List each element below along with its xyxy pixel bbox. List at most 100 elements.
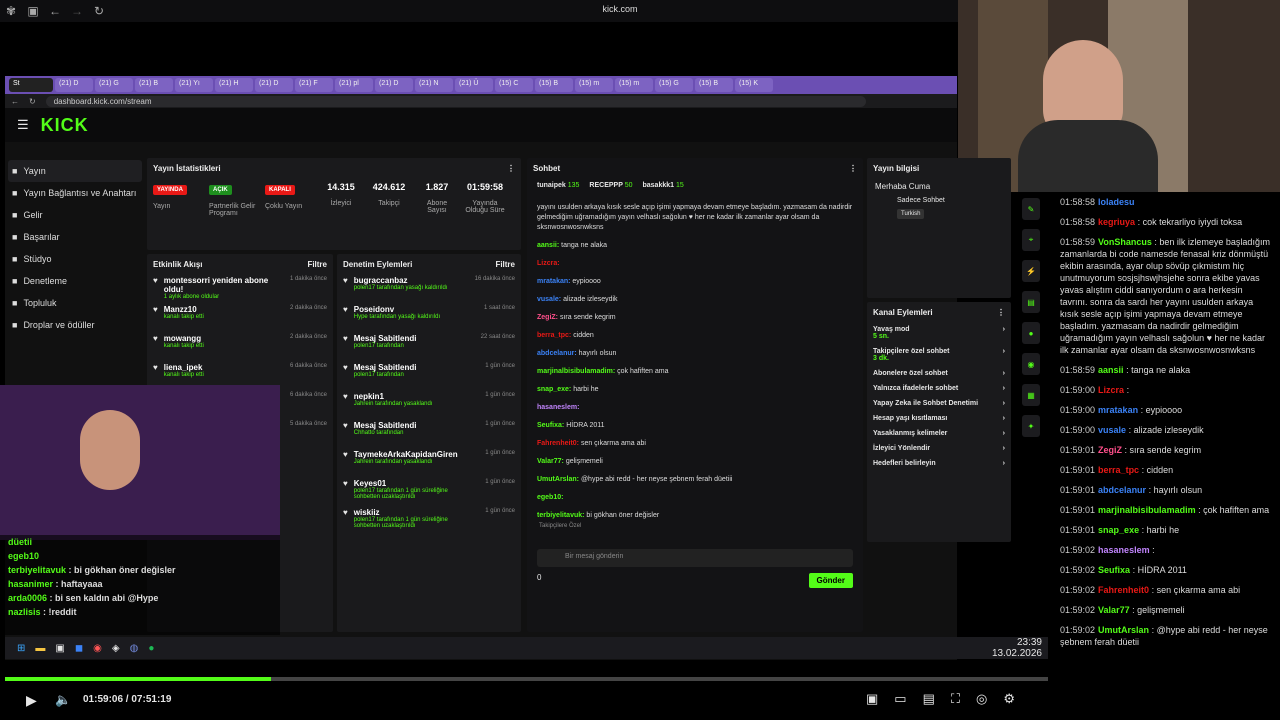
outlook-icon[interactable]: ◼	[75, 643, 83, 654]
browser-tab[interactable]: (21) D	[55, 78, 93, 92]
list-item[interactable]: ♥ Mesaj Sabitlendi Chhatto tarafından 1 gün…	[337, 419, 521, 448]
back-icon[interactable]: ←	[11, 97, 19, 106]
chat-username[interactable]: Lizcra	[1098, 385, 1124, 395]
fullscreen-icon[interactable]: ⛶	[951, 691, 960, 707]
steam-icon[interactable]: ◈	[112, 643, 120, 654]
sidebar-item[interactable]: ■ Yayın	[8, 160, 142, 182]
sidebar-item[interactable]: ■ Topluluk	[8, 292, 142, 314]
chat-username[interactable]: terbiyelitavuk:	[537, 512, 586, 519]
chat-username[interactable]: mratakan:	[537, 278, 572, 285]
chat-icon[interactable]: ●	[1022, 322, 1040, 344]
channel-action-item[interactable]: Takipçilere özel sohbet 3 dk. ›	[867, 344, 1011, 366]
chat-username[interactable]: berra_tpc:	[537, 332, 573, 339]
chat-username[interactable]: hasaneslem	[1098, 545, 1150, 555]
more-icon[interactable]: ⋮	[507, 164, 515, 173]
menu-icon[interactable]: ☰	[17, 117, 29, 133]
play-icon[interactable]: ▶	[26, 692, 37, 709]
list-item[interactable]: ♥ Mesaj Sabitlendi polen17 tarafından 22 sa…	[337, 332, 521, 361]
sidebar-item[interactable]: ■ Droplar ve ödüller	[8, 314, 142, 336]
browser-tab[interactable]: (15) C	[495, 78, 533, 92]
chat-username[interactable]: Lizcra:	[537, 260, 560, 267]
chat-username[interactable]: egeb10:	[537, 494, 563, 501]
filter-button[interactable]: Filtre	[307, 260, 327, 269]
list-item[interactable]: ♥ mowangg kanalı takip etti 2 dakika önce	[147, 332, 333, 361]
chevron-right-icon[interactable]: ›	[1003, 370, 1005, 377]
chat-username[interactable]: vusale	[1098, 425, 1126, 435]
chrome-icon[interactable]: ◉	[93, 643, 102, 654]
list-item[interactable]: ♥ wiskiiz polen17 tarafından 1 gün süreliğ…	[337, 506, 521, 535]
chevron-right-icon[interactable]: ›	[1003, 385, 1005, 392]
chat-username[interactable]: Fahrenheit0:	[537, 440, 581, 447]
chat-username[interactable]: UmutArslan:	[537, 476, 581, 483]
chat-username[interactable]: berra_tpc	[1098, 465, 1139, 475]
sidebar-item[interactable]: ■ Başarılar	[8, 226, 142, 248]
browser-tab[interactable]: (21) B	[135, 78, 173, 92]
theater-icon[interactable]: ▭	[894, 691, 906, 707]
list-item[interactable]: ♥ bugraccanbaz polen17 tarafından yasağı k…	[337, 274, 521, 303]
volume-icon[interactable]: 🔈	[55, 692, 71, 708]
browser-tab[interactable]: (21) D	[375, 78, 413, 92]
chevron-right-icon[interactable]: ›	[1003, 400, 1005, 407]
chat-username[interactable]: vusale:	[537, 296, 563, 303]
spotify-icon[interactable]: ●	[148, 643, 154, 654]
explorer-icon[interactable]: ▬	[35, 643, 45, 654]
list-item[interactable]: ♥ Manzz10 kanalı takip etti 2 dakika önce	[147, 303, 333, 332]
sidebar-icon[interactable]: ▣	[22, 4, 44, 18]
list-item[interactable]: ♥ TaymekeArkaKapidanGiren Jahrein tarafınd…	[337, 448, 521, 477]
chevron-right-icon[interactable]: ›	[1003, 326, 1005, 340]
chat-username[interactable]: aansii:	[537, 242, 561, 249]
browser-tab[interactable]: (15) B	[695, 78, 733, 92]
channel-action-item[interactable]: İzleyici Yönlendir ›	[867, 441, 1011, 456]
browser-tab[interactable]: (21) H	[215, 78, 253, 92]
wrench-icon[interactable]: ✦	[1022, 415, 1040, 437]
chat-username[interactable]: kegriuya	[1098, 217, 1135, 227]
chat-username[interactable]: loladesu	[1098, 197, 1135, 207]
browser-tab[interactable]: (21) Ü	[455, 78, 493, 92]
browser-tab[interactable]: (21) pl	[335, 78, 373, 92]
chat-username[interactable]: UmutArslan	[1098, 625, 1149, 635]
chat-username[interactable]: marjinalbisibulamadim:	[537, 368, 617, 375]
list-item[interactable]: ♥ Mesaj Sabitlendi polen17 tarafından 1 gün…	[337, 361, 521, 390]
list-item[interactable]: ♥ Poseidonv Hype tarafından yasağı kaldırı…	[337, 303, 521, 332]
browser-tab[interactable]: (21) G	[95, 78, 133, 92]
chat-username[interactable]: snap_exe:	[537, 386, 573, 393]
browser-tab[interactable]: (15) m	[615, 78, 653, 92]
chat-username[interactable]: Seufixa:	[537, 422, 566, 429]
chevron-right-icon[interactable]: ›	[1003, 415, 1005, 422]
discord-icon[interactable]: ◍	[130, 643, 139, 654]
browser-tab[interactable]: (21) D	[255, 78, 293, 92]
browser-tab[interactable]: (21) N	[415, 78, 453, 92]
chat-username[interactable]: VonShancus	[1098, 237, 1152, 247]
browser-tab[interactable]: (21) Yı	[175, 78, 213, 92]
sidebar-item[interactable]: ■ Stüdyo	[8, 248, 142, 270]
chat-input[interactable]: Bir mesaj gönderin	[537, 549, 853, 567]
channel-action-item[interactable]: Hesap yaşı kısıtlaması ›	[867, 411, 1011, 426]
windows-start-icon[interactable]: ⊞	[17, 643, 25, 654]
browser-tab[interactable]: (15) m	[575, 78, 613, 92]
chevron-right-icon[interactable]: ›	[1003, 445, 1005, 452]
edit-icon[interactable]: ✎	[1022, 198, 1040, 220]
channel-action-item[interactable]: Yavaş mod 5 sn. ›	[867, 322, 1011, 344]
channel-action-item[interactable]: Yasaklanmış kelimeler ›	[867, 426, 1011, 441]
browser-tab[interactable]: (15) K	[735, 78, 773, 92]
list-item[interactable]: ♥ nepkin1 Jahrein tarafından yasaklandı 1 g…	[337, 390, 521, 419]
back-icon[interactable]: ←	[44, 4, 66, 18]
browser-tab[interactable]: St	[9, 78, 53, 92]
chevron-right-icon[interactable]: ›	[1003, 348, 1005, 362]
reload-icon[interactable]: ↻	[88, 4, 110, 18]
speed-icon[interactable]: ◎	[976, 691, 987, 707]
channel-action-item[interactable]: Abonelere özel sohbet ›	[867, 366, 1011, 381]
more-icon[interactable]: ⋮	[849, 164, 857, 173]
channel-action-item[interactable]: Yalnızca ifadelerle sohbet ›	[867, 381, 1011, 396]
doc-icon[interactable]: ▤	[1022, 291, 1040, 313]
store-icon[interactable]: ▣	[55, 643, 64, 654]
top-url[interactable]: kick.com	[560, 4, 680, 14]
chat-username[interactable]: ZegiZ:	[537, 314, 560, 321]
chat-username[interactable]: snap_exe	[1098, 525, 1139, 535]
sidebar-item[interactable]: ■ Gelir	[8, 204, 142, 226]
chat-username[interactable]: Seufixa	[1098, 565, 1130, 575]
browser-tab[interactable]: (15) G	[655, 78, 693, 92]
channel-action-item[interactable]: Hedefleri belirleyin ›	[867, 456, 1011, 471]
forward-icon[interactable]: →	[66, 4, 88, 18]
list-item[interactable]: ♥ Keyes01 polen17 tarafından 1 gün süreliğ…	[337, 477, 521, 506]
